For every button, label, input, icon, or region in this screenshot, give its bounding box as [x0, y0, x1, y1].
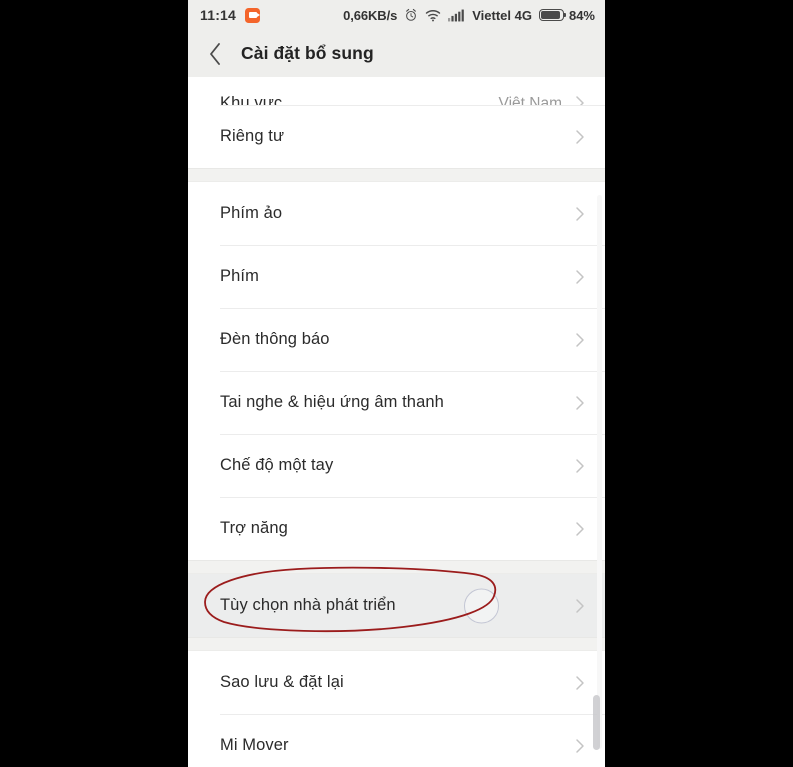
chevron-right-icon	[572, 269, 588, 285]
settings-row-label: Phím ảo	[220, 204, 283, 222]
section-gap	[188, 560, 605, 574]
settings-row[interactable]: Chế độ một tay	[188, 434, 605, 497]
settings-row[interactable]: Tai nghe & hiệu ứng âm thanh	[188, 371, 605, 434]
settings-row-label: Chế độ một tay	[220, 456, 334, 474]
scrollbar-thumb[interactable]	[593, 695, 600, 750]
settings-row[interactable]: Đèn thông báo	[188, 308, 605, 371]
chevron-right-icon	[572, 738, 588, 754]
back-chevron-icon[interactable]	[202, 41, 228, 67]
chevron-right-icon	[572, 598, 588, 614]
settings-row-label: Riêng tư	[220, 127, 285, 145]
settings-row[interactable]: Trợ năng	[188, 497, 605, 560]
settings-row-label: Trợ năng	[220, 519, 288, 537]
app-header: Cài đặt bổ sung	[188, 30, 605, 77]
page-title: Cài đặt bổ sung	[241, 43, 374, 63]
settings-row-label: Mi Mover	[220, 736, 289, 754]
carrier-label: Viettel 4G	[472, 7, 532, 23]
settings-row-label: Sao lưu & đặt lại	[220, 673, 344, 691]
section-gap	[188, 637, 605, 651]
settings-group: Phím ảo Phím Đèn thông báo Tai nghe & hiệu …	[188, 182, 605, 560]
chevron-right-icon	[572, 95, 588, 105]
settings-row-label: Tai nghe & hiệu ứng âm thanh	[220, 393, 444, 411]
settings-list[interactable]: Khu vực Việt Nam Riêng tư Phím ảo Phím Đèn th…	[188, 77, 605, 767]
settings-row[interactable]: Riêng tư	[188, 105, 605, 168]
chevron-right-icon	[572, 521, 588, 537]
settings-row[interactable]: Tùy chọn nhà phát triển	[188, 574, 605, 637]
settings-list-body: Khu vực Việt Nam Riêng tư Phím ảo Phím Đèn th…	[188, 77, 605, 767]
chevron-right-icon	[572, 332, 588, 348]
settings-group: Tùy chọn nhà phát triển	[188, 574, 605, 637]
settings-row[interactable]: Mi Mover	[188, 714, 605, 767]
settings-group: Sao lưu & đặt lại Mi Mover	[188, 651, 605, 767]
settings-row[interactable]: Phím	[188, 245, 605, 308]
settings-group: Khu vực Việt Nam Riêng tư	[188, 77, 605, 168]
cellular-signal-icon	[448, 9, 465, 22]
chevron-right-icon	[572, 458, 588, 474]
chevron-right-icon	[572, 395, 588, 411]
alarm-clock-icon	[404, 8, 418, 22]
chevron-right-icon	[572, 675, 588, 691]
chevron-right-icon	[572, 206, 588, 222]
section-gap	[188, 168, 605, 182]
network-speed-text: 0,66KB/s	[343, 7, 398, 23]
settings-row[interactable]: Khu vực Việt Nam	[188, 77, 605, 105]
settings-row-value: Việt Nam	[498, 95, 562, 105]
status-bar: 11:14 0,66KB/s Viettel 4G 84%	[188, 0, 605, 30]
status-bar-clock: 11:14	[200, 7, 237, 23]
wifi-icon	[425, 9, 441, 22]
battery-icon	[538, 9, 566, 21]
screen-recorder-icon	[245, 7, 261, 23]
scrollbar-track[interactable]	[593, 195, 602, 750]
settings-row-label: Đèn thông báo	[220, 330, 330, 348]
settings-row[interactable]: Phím ảo	[188, 182, 605, 245]
battery-percent-label: 84%	[568, 7, 595, 23]
phone-screen: 11:14 0,66KB/s Viettel 4G 84% Cài đặt bổ…	[188, 0, 605, 767]
settings-row[interactable]: Sao lưu & đặt lại	[188, 651, 605, 714]
settings-row-label: Phím	[220, 267, 259, 285]
settings-row-label: Tùy chọn nhà phát triển	[220, 596, 396, 614]
settings-row-label: Khu vực	[220, 94, 283, 105]
chevron-right-icon	[572, 129, 588, 145]
